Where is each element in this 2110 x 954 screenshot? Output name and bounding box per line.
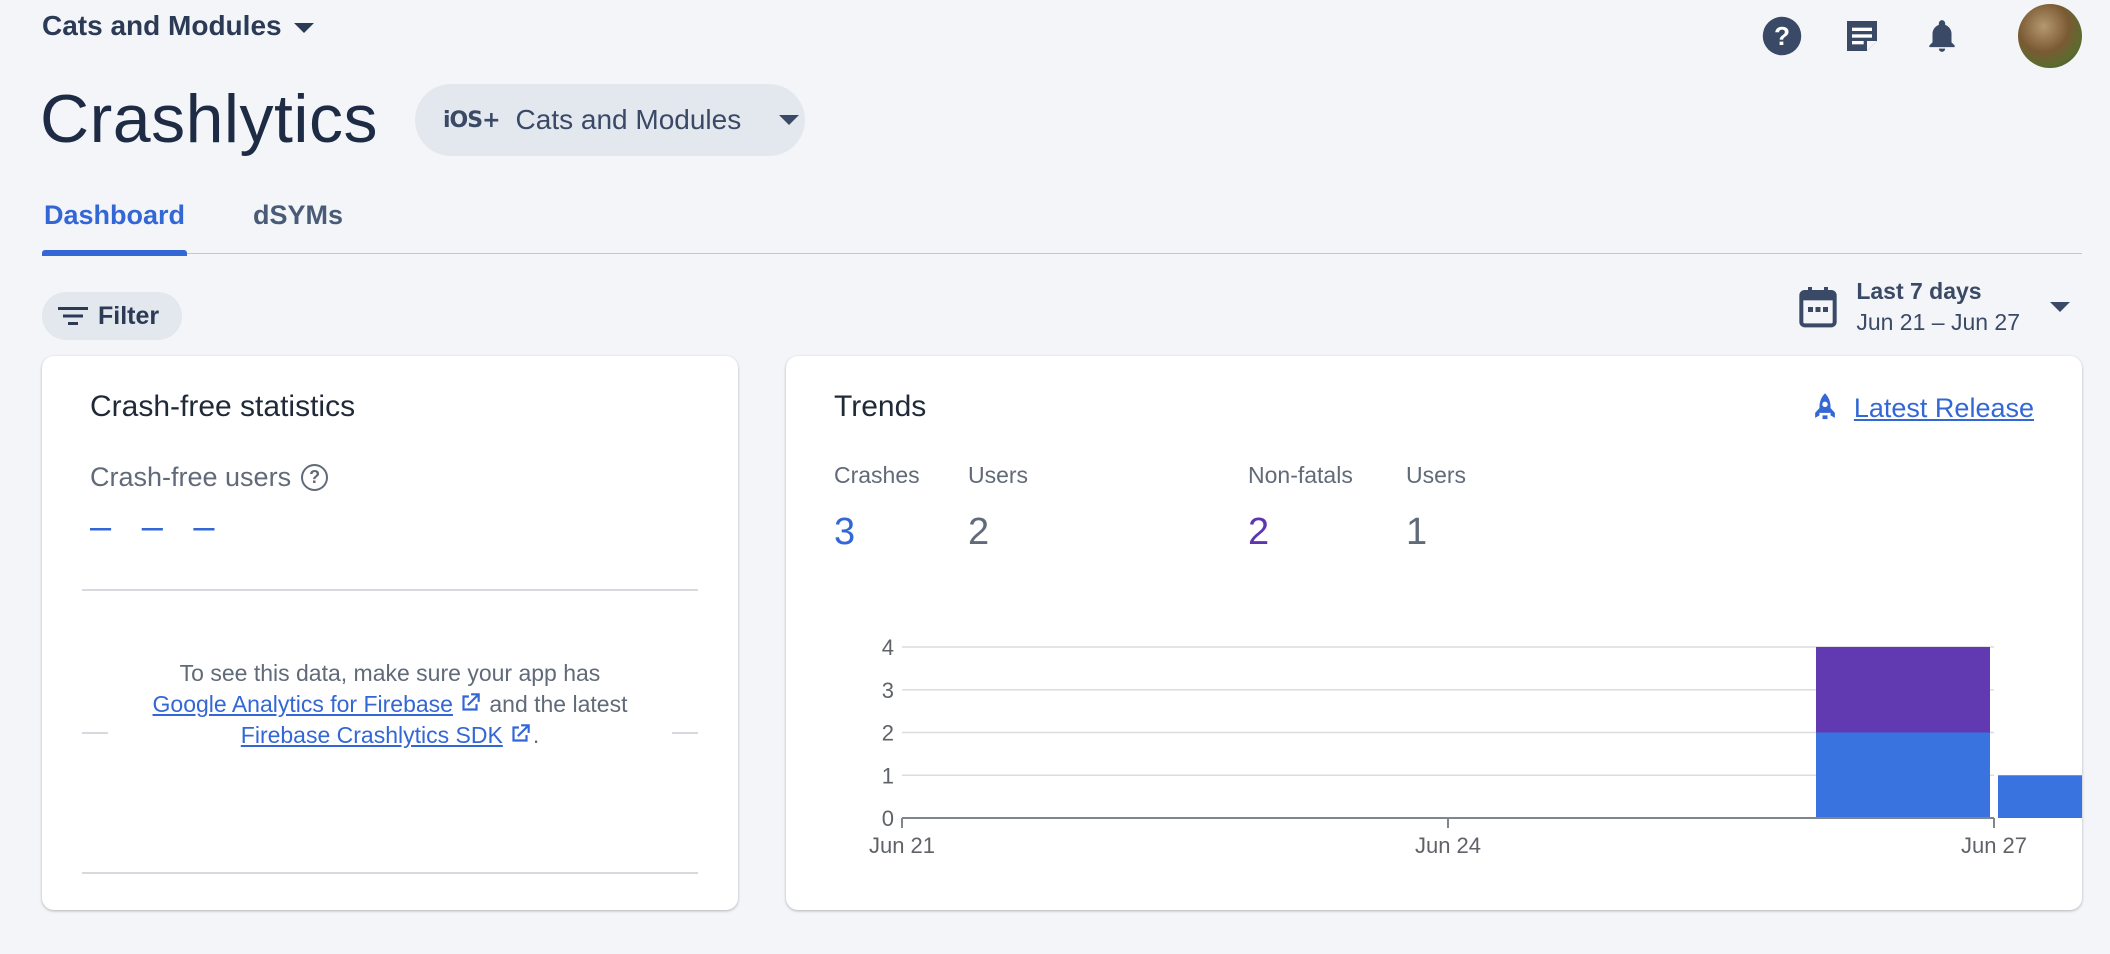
filter-icon (58, 307, 88, 325)
date-range-picker[interactable]: Last 7 days Jun 21 – Jun 27 (1798, 276, 2070, 338)
x-tick-label: Jun 27 (1961, 833, 2027, 858)
bar-segment[interactable] (1816, 647, 1990, 733)
project-switcher[interactable]: Cats and Modules (42, 10, 314, 42)
release-notes-icon[interactable] (1840, 14, 1884, 58)
tab-dashboard[interactable]: Dashboard (42, 196, 188, 256)
top-actions: ? (1760, 4, 2082, 68)
external-link-icon (462, 693, 480, 711)
message-text: and the latest (489, 691, 628, 717)
bar-segment[interactable] (1816, 732, 1990, 819)
calendar-icon (1799, 287, 1837, 328)
chevron-down-icon (293, 23, 314, 33)
bar-segment[interactable] (1998, 775, 2082, 818)
date-range-label: Last 7 days (1856, 278, 1982, 304)
y-tick-label: 0 (882, 806, 894, 831)
notifications-bell-icon[interactable] (1920, 14, 1964, 58)
chevron-down-icon (779, 115, 800, 125)
crash-free-users-text: Crash-free users (90, 462, 292, 492)
message-text: . (532, 722, 540, 748)
date-range-value: Jun 21 – Jun 27 (1856, 309, 2020, 335)
divider (672, 732, 698, 734)
tab-dsyms[interactable]: dSYMs (251, 196, 345, 254)
message-text: To see this data, make sure your app has (179, 660, 601, 686)
app-name: Cats and Modules (515, 104, 742, 135)
filter-label: Filter (98, 301, 160, 330)
account-avatar[interactable] (2018, 4, 2082, 68)
y-tick-label: 4 (882, 635, 894, 660)
crash-free-statistics-card: Crash-free statistics Crash-free users ?… (42, 356, 738, 910)
help-icon[interactable]: ? (1760, 14, 1804, 58)
google-analytics-link[interactable]: Google Analytics for Firebase (153, 691, 453, 717)
y-tick-label: 2 (882, 721, 894, 746)
y-tick-label: 3 (882, 678, 894, 703)
y-tick-label: 1 (882, 763, 894, 788)
tab-bar: Dashboard dSYMs (42, 196, 2082, 256)
help-icon[interactable]: ? (301, 464, 329, 491)
x-tick-label: Jun 24 (1415, 833, 1481, 858)
app-selector[interactable]: iOS+ Cats and Modules (415, 84, 805, 156)
chevron-down-icon (2050, 302, 2070, 312)
ios-platform-icon: iOS+ (443, 107, 501, 133)
external-link-icon (512, 724, 530, 742)
filter-button[interactable]: Filter (42, 292, 182, 340)
project-name: Cats and Modules (42, 10, 282, 41)
trends-card: Trends Latest Release Crashes 3 Users 2 … (786, 356, 2082, 910)
card-title: Crash-free statistics (90, 390, 356, 423)
divider (82, 732, 108, 734)
page-title: Crashlytics (40, 81, 378, 157)
crash-free-users-label: Crash-free users ? (90, 462, 329, 493)
crashlytics-sdk-link[interactable]: Firebase Crashlytics SDK (241, 722, 503, 748)
crash-free-users-value: – – – (90, 506, 225, 548)
trends-chart: 0 1 2 3 4 Jun 21 Jun 24 Jun 27 (869, 635, 2082, 858)
divider (82, 589, 698, 591)
divider (82, 872, 698, 874)
x-tick-label: Jun 21 (869, 833, 935, 858)
svg-text:?: ? (1774, 21, 1790, 51)
empty-state-message: To see this data, make sure your app has… (142, 658, 638, 751)
